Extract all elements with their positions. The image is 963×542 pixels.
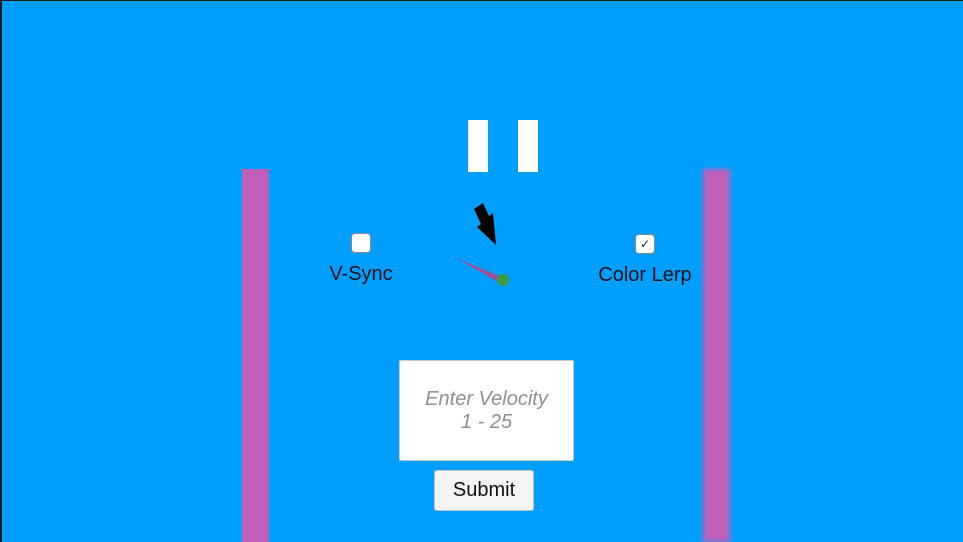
velocity-placeholder-line2: 1 - 25 bbox=[460, 410, 513, 433]
ball-trail bbox=[456, 258, 502, 283]
color-lerp-checkbox[interactable]: ✓ bbox=[635, 234, 655, 254]
color-lerp-toggle[interactable]: ✓ Color Lerp bbox=[580, 234, 710, 286]
right-wall bbox=[703, 169, 730, 542]
velocity-input[interactable]: Enter Velocity 1 - 25 bbox=[399, 360, 574, 461]
pause-button[interactable] bbox=[466, 120, 542, 172]
submit-label: Submit bbox=[452, 479, 516, 501]
color-lerp-label: Color Lerp bbox=[598, 264, 692, 286]
pause-bar-right bbox=[518, 120, 538, 172]
vsync-label: V-Sync bbox=[329, 263, 393, 285]
ball-scene bbox=[456, 203, 509, 286]
vsync-checkbox[interactable] bbox=[351, 233, 371, 253]
ball bbox=[497, 274, 509, 286]
velocity-placeholder-line1: Enter Velocity bbox=[425, 387, 548, 410]
velocity-placeholder: Enter Velocity 1 - 25 bbox=[425, 388, 548, 434]
left-wall bbox=[242, 169, 269, 542]
submit-button[interactable]: Submit bbox=[434, 470, 534, 511]
vsync-toggle[interactable]: V-Sync bbox=[296, 233, 426, 285]
direction-arrow-icon bbox=[474, 203, 496, 245]
pause-bar-left bbox=[468, 120, 488, 172]
